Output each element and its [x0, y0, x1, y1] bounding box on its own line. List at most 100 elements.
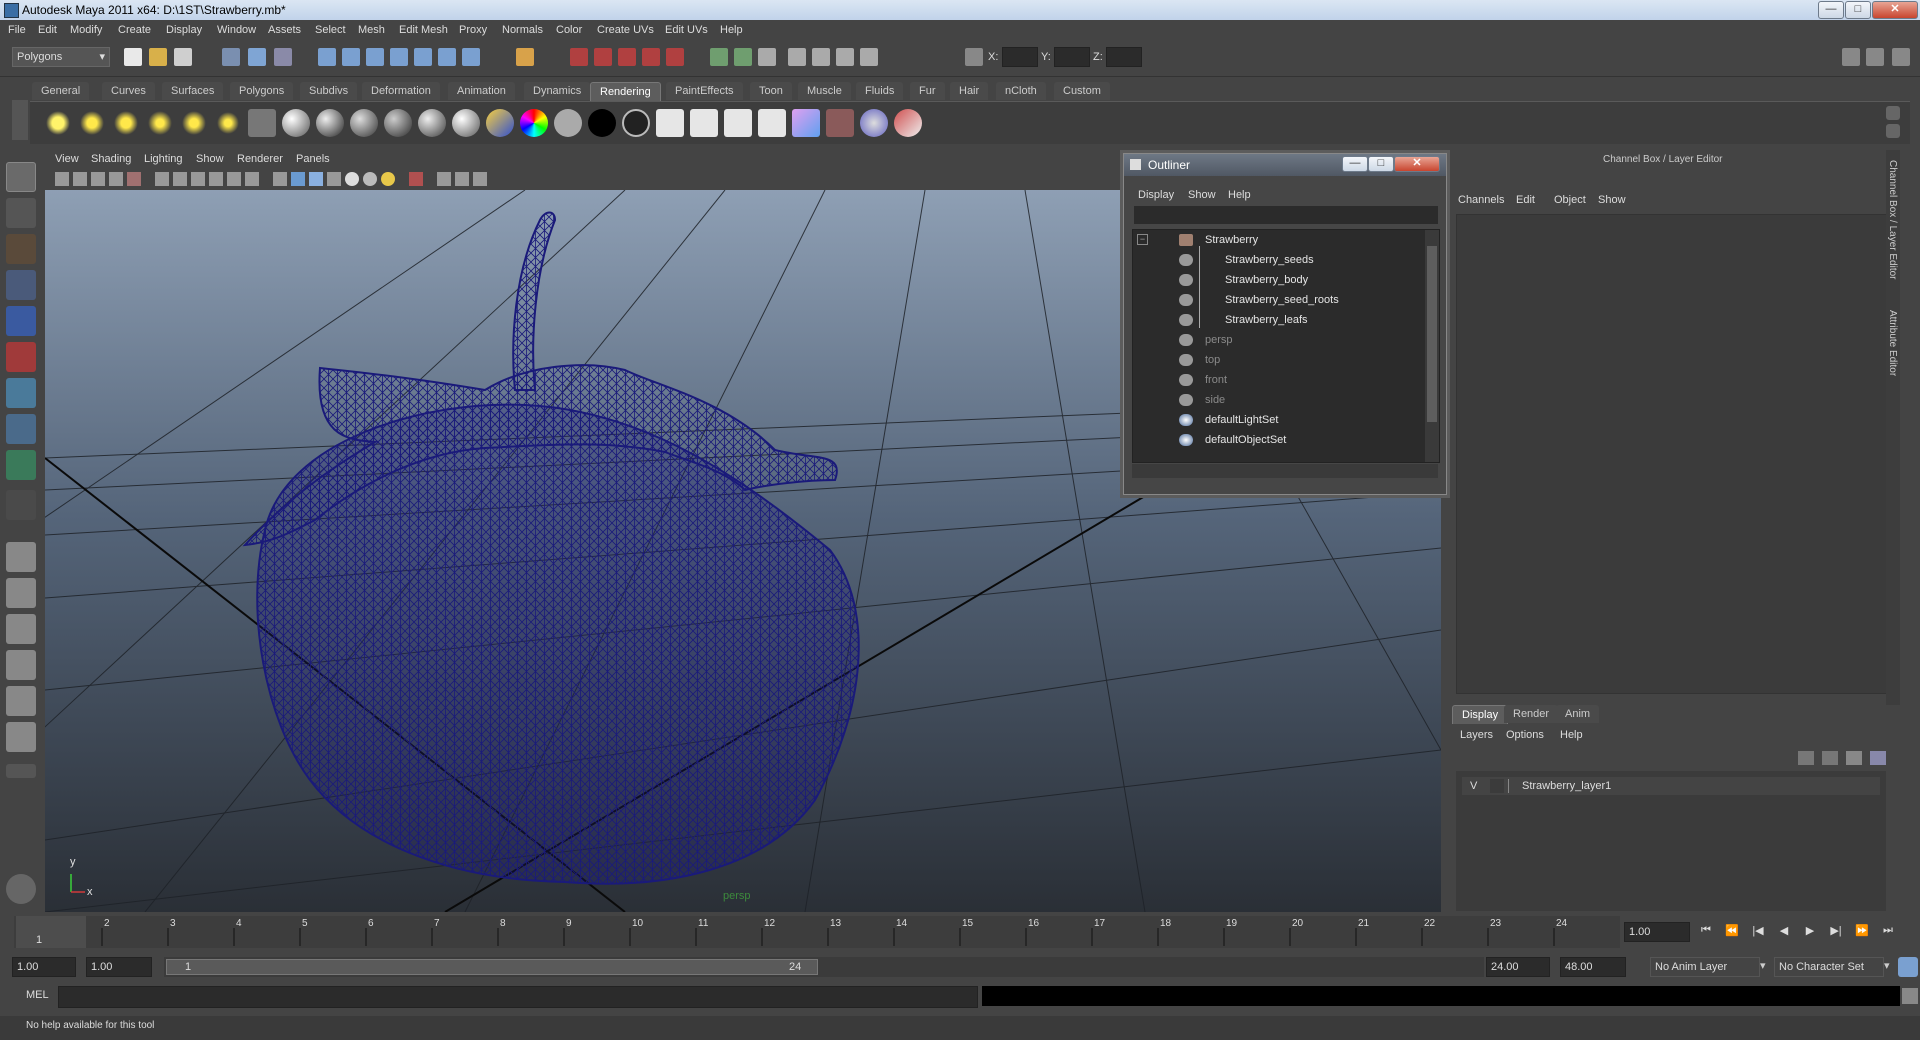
- layer-menu-layers[interactable]: Layers: [1460, 729, 1493, 741]
- shelf-tab-polygons[interactable]: Polygons: [230, 82, 294, 100]
- move-tool-icon[interactable]: [6, 270, 36, 300]
- outliner-minimize-button[interactable]: —: [1342, 156, 1368, 172]
- menu-select[interactable]: Select: [315, 24, 346, 36]
- all-lights-icon[interactable]: [363, 172, 377, 186]
- batch-render-icon[interactable]: [724, 109, 752, 137]
- cb-menu-object[interactable]: Object: [1554, 194, 1586, 206]
- layout-toggle-icon[interactable]: [1842, 48, 1860, 66]
- y-coord-field[interactable]: [1054, 47, 1090, 67]
- hypershade-icon[interactable]: [642, 48, 660, 66]
- scale-tool-icon[interactable]: [6, 342, 36, 372]
- collapse-icon[interactable]: −: [1137, 234, 1148, 245]
- shelf-tab-fur[interactable]: Fur: [910, 82, 945, 100]
- snap-live-icon[interactable]: [438, 48, 456, 66]
- play-backwards-button[interactable]: ◀: [1776, 924, 1792, 938]
- outliner-close-button[interactable]: ✕: [1394, 156, 1440, 172]
- shelf-tab-rendering[interactable]: Rendering: [590, 82, 661, 101]
- step-forward-frame-button[interactable]: ▶|: [1828, 924, 1844, 938]
- layer-type-toggle[interactable]: [1490, 779, 1504, 793]
- ramp-shader-icon[interactable]: [486, 109, 514, 137]
- layout-more-icon[interactable]: [6, 764, 36, 778]
- shelf-tab-ncloth[interactable]: nCloth: [996, 82, 1046, 100]
- layered-shader-icon[interactable]: [452, 109, 480, 137]
- smooth-shade-icon[interactable]: [291, 172, 305, 186]
- layer-visibility-toggle[interactable]: V: [1470, 780, 1477, 792]
- safe-frame-icon[interactable]: [127, 172, 141, 186]
- resolution-gate-icon[interactable]: [191, 172, 205, 186]
- ipr-render-icon[interactable]: [594, 48, 612, 66]
- new-layer-icon[interactable]: [1846, 751, 1862, 765]
- select-camera-icon[interactable]: [55, 172, 69, 186]
- shelf-tab-general[interactable]: General: [32, 82, 90, 100]
- mel-command-input[interactable]: [58, 986, 978, 1008]
- tool-settings-icon[interactable]: [1866, 48, 1884, 66]
- field-chart-icon[interactable]: [227, 172, 241, 186]
- lambert-shader-icon[interactable]: [282, 109, 310, 137]
- lasso-tool-icon[interactable]: [6, 198, 36, 228]
- range-slider[interactable]: 1 24: [164, 957, 1484, 977]
- four-view-layout-icon[interactable]: [6, 578, 36, 608]
- render-settings-icon[interactable]: [618, 48, 636, 66]
- shadows-icon[interactable]: [381, 172, 395, 186]
- cb-menu-edit[interactable]: Edit: [1516, 194, 1535, 206]
- wireframe-icon[interactable]: [273, 172, 287, 186]
- absolute-transform-icon[interactable]: [965, 48, 983, 66]
- select-tool-icon[interactable]: [6, 162, 36, 192]
- layer-tab-render[interactable]: Render: [1504, 705, 1559, 723]
- layer-row[interactable]: V Strawberry_layer1: [1462, 777, 1880, 795]
- channel-box-toggle-icon[interactable]: [860, 48, 878, 66]
- new-layer-selected-icon[interactable]: [1870, 751, 1886, 765]
- outliner-filter-field[interactable]: [1134, 206, 1438, 224]
- layer-tab-display[interactable]: Display: [1452, 705, 1509, 724]
- playback-end-field[interactable]: 24.00: [1486, 957, 1550, 977]
- directional-light-icon[interactable]: [78, 109, 106, 137]
- playback-start-field[interactable]: 1.00: [86, 957, 152, 977]
- outliner-title-bar[interactable]: Outliner — □ ✕: [1124, 154, 1446, 176]
- snap-curve-icon[interactable]: [366, 48, 384, 66]
- input-icon[interactable]: [710, 48, 728, 66]
- hypershade-shelf-icon[interactable]: [792, 109, 820, 137]
- render-settings-shelf-icon[interactable]: [758, 109, 786, 137]
- shelf-menu-icon[interactable]: [12, 100, 28, 140]
- phonge-shader-icon[interactable]: [384, 109, 412, 137]
- outliner-item-front[interactable]: front: [1205, 374, 1227, 386]
- render-current-frame-icon[interactable]: [656, 109, 684, 137]
- toon-shader-icon[interactable]: [622, 109, 650, 137]
- ipr-render-shelf-icon[interactable]: [690, 109, 718, 137]
- outliner-item-strawberry-seeds[interactable]: Strawberry_seeds: [1225, 254, 1314, 266]
- pick-mask-icon[interactable]: [318, 48, 336, 66]
- camera-attributes-icon[interactable]: [73, 172, 87, 186]
- gate-mask-icon[interactable]: [209, 172, 223, 186]
- scrollbar-thumb[interactable]: [1427, 246, 1437, 422]
- paint-select-tool-icon[interactable]: [6, 234, 36, 264]
- history-icon[interactable]: [516, 48, 534, 66]
- universal-manipulator-icon[interactable]: [6, 378, 36, 408]
- cb-menu-show[interactable]: Show: [1598, 194, 1626, 206]
- tool-settings-toggle-icon[interactable]: [836, 48, 854, 66]
- select-object-icon[interactable]: [248, 48, 266, 66]
- help-line-icon[interactable]: [6, 874, 36, 904]
- black-shader-icon[interactable]: [588, 109, 616, 137]
- current-time-field[interactable]: 1.00: [1624, 922, 1690, 942]
- shelf-tab-hair[interactable]: Hair: [950, 82, 989, 100]
- shelf-scroll-up-icon[interactable]: [1886, 106, 1900, 120]
- xray-joints-icon[interactable]: [455, 172, 469, 186]
- go-to-start-button[interactable]: ⏮: [1698, 924, 1714, 938]
- strawberry-mesh[interactable]: [242, 211, 860, 885]
- outliner-horizontal-scrollbar[interactable]: [1132, 464, 1438, 478]
- spot-light-icon[interactable]: [146, 109, 174, 137]
- outliner-item-default-object-set[interactable]: defaultObjectSet: [1205, 434, 1286, 446]
- persp-graph-layout-icon[interactable]: [6, 650, 36, 680]
- snap-view-icon[interactable]: [462, 48, 480, 66]
- outliner-item-persp[interactable]: persp: [1205, 334, 1233, 346]
- auto-key-icon[interactable]: [1898, 957, 1918, 977]
- shelf-scroll-down-icon[interactable]: [1886, 124, 1900, 138]
- textured-icon[interactable]: [327, 172, 341, 186]
- chevron-down-icon[interactable]: ▾: [1884, 959, 1890, 972]
- point-light-icon[interactable]: [112, 109, 140, 137]
- shelf-tab-subdivs[interactable]: Subdivs: [300, 82, 358, 100]
- outliner-menu-help[interactable]: Help: [1228, 189, 1251, 201]
- menu-create[interactable]: Create: [118, 24, 151, 36]
- area-light-icon[interactable]: [180, 109, 208, 137]
- anim-layer-dropdown[interactable]: No Anim Layer: [1650, 957, 1760, 977]
